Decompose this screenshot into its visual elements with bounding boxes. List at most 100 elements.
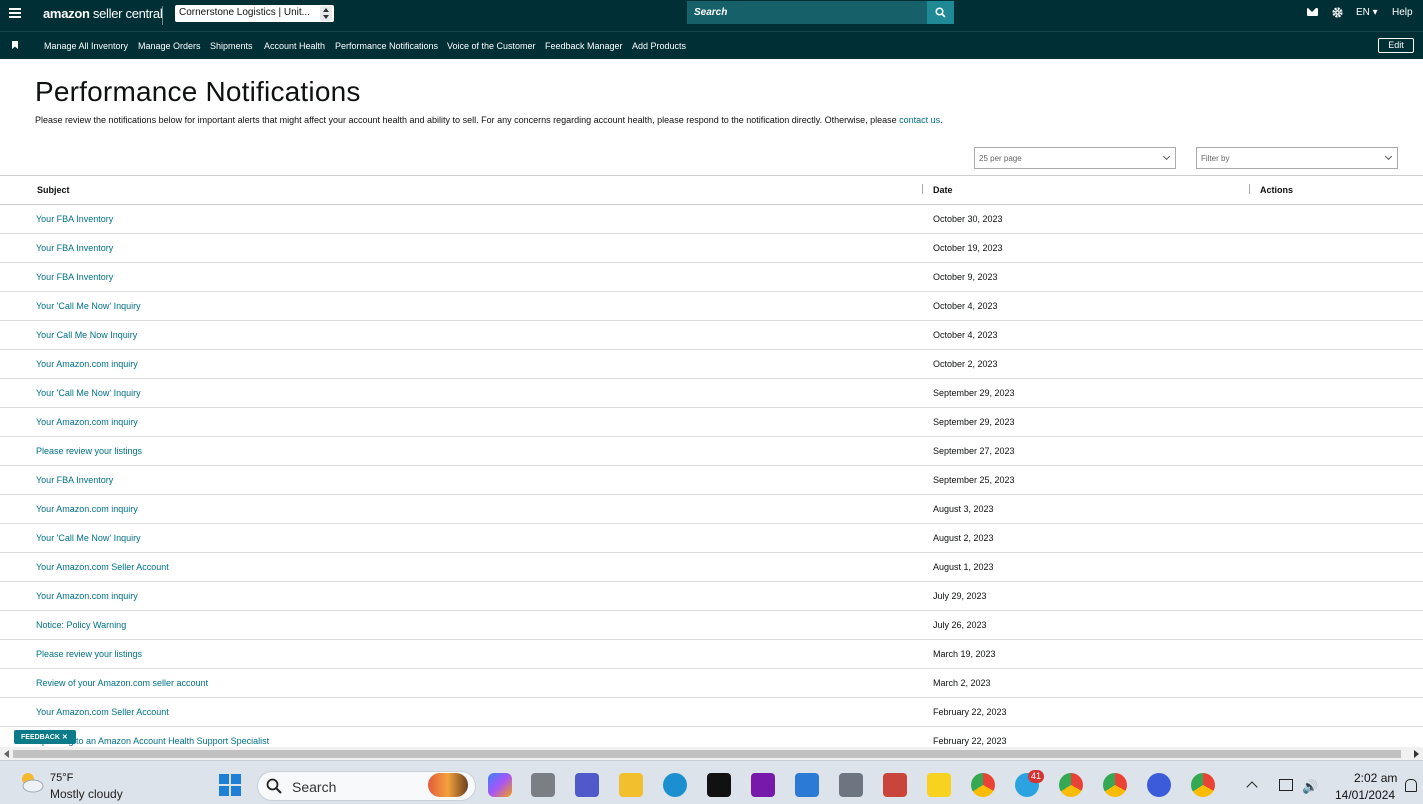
table-row: Your 'Call Me Now' Inquiry August 2, 2023 bbox=[0, 524, 1423, 553]
scrollbar-thumb[interactable] bbox=[13, 750, 1401, 758]
filter-select[interactable]: Filter by bbox=[1196, 147, 1398, 169]
horizontal-scrollbar[interactable] bbox=[0, 747, 1423, 760]
chrome-profile-icon[interactable] bbox=[1059, 773, 1083, 797]
clock-date[interactable]: 14/01/2024 bbox=[1335, 788, 1395, 802]
gear-icon[interactable] bbox=[1331, 6, 1344, 19]
account-selector-label: Cornerstone Logistics | Unit... bbox=[179, 7, 310, 18]
chevron-down-icon bbox=[1162, 152, 1171, 161]
mail-icon[interactable] bbox=[1307, 8, 1318, 16]
notification-subject-link[interactable]: Your FBA Inventory bbox=[36, 214, 113, 224]
search-input[interactable]: Search bbox=[687, 1, 928, 24]
nav-feedback-manager[interactable]: Feedback Manager bbox=[545, 41, 623, 51]
notification-date: August 1, 2023 bbox=[933, 562, 994, 572]
nav-voice-of-the-customer[interactable]: Voice of the Customer bbox=[447, 41, 536, 51]
notification-subject-link[interactable]: Your Amazon.com inquiry bbox=[36, 359, 138, 369]
windows-start-icon[interactable] bbox=[219, 774, 241, 796]
notification-subject-link[interactable]: Your Amazon.com Seller Account bbox=[36, 707, 169, 717]
table-row: Your Amazon.com inquiry August 3, 2023 bbox=[0, 495, 1423, 524]
notification-subject-link[interactable]: Your 'Call Me Now' Inquiry bbox=[36, 388, 141, 398]
notification-date: October 2, 2023 bbox=[933, 359, 998, 369]
notification-subject-link[interactable]: Notice: Policy Warning bbox=[36, 620, 126, 630]
bookmark-icon[interactable] bbox=[12, 41, 18, 49]
file-explorer-icon[interactable] bbox=[619, 773, 643, 797]
notification-subject-link[interactable]: Your FBA Inventory bbox=[36, 475, 113, 485]
calculator-icon[interactable] bbox=[839, 773, 863, 797]
table-row: Speaking to an Amazon Account Health Sup… bbox=[0, 727, 1423, 747]
column-separator[interactable] bbox=[922, 184, 923, 194]
chrome-profile-icon[interactable] bbox=[1191, 773, 1215, 797]
updown-arrows-icon bbox=[320, 6, 332, 21]
nav-manage-orders[interactable]: Manage Orders bbox=[138, 41, 201, 51]
scroll-right-icon[interactable] bbox=[1414, 750, 1419, 758]
notification-subject-link[interactable]: Please review your listings bbox=[36, 446, 142, 456]
actions-column-header: Actions bbox=[1260, 185, 1294, 195]
signal-icon[interactable] bbox=[1147, 773, 1171, 797]
nav-account-health[interactable]: Account Health bbox=[264, 41, 325, 51]
sticky-notes-icon[interactable] bbox=[927, 773, 951, 797]
clock-time[interactable]: 2:02 am bbox=[1354, 771, 1397, 785]
hamburger-menu-icon[interactable] bbox=[9, 8, 21, 18]
edge-icon[interactable] bbox=[663, 773, 687, 797]
network-icon[interactable] bbox=[1279, 779, 1293, 791]
chrome-profile-icon[interactable] bbox=[1103, 773, 1127, 797]
nav-manage-all-inventory[interactable]: Manage All Inventory bbox=[44, 41, 128, 51]
table-row: Your 'Call Me Now' Inquiry October 4, 202… bbox=[0, 292, 1423, 321]
show-hidden-icons-icon[interactable] bbox=[1246, 781, 1258, 793]
nav-performance-notifications[interactable]: Performance Notifications bbox=[335, 41, 438, 51]
weather-condition[interactable]: Mostly cloudy bbox=[50, 787, 123, 801]
snipping-tool-icon[interactable] bbox=[883, 773, 907, 797]
copilot-preview-icon[interactable] bbox=[488, 773, 512, 797]
per-page-select[interactable]: 25 per page bbox=[974, 147, 1176, 169]
date-column-header[interactable]: Date bbox=[933, 185, 953, 195]
weather-temperature[interactable]: 75°F bbox=[50, 772, 73, 784]
feedback-tab[interactable]: FEEDBACK ✕ bbox=[14, 730, 76, 744]
windows-taskbar: 75°F Mostly cloudy Search 41 🔊 2:02 am 1… bbox=[0, 760, 1423, 804]
search-button[interactable] bbox=[927, 1, 954, 24]
intro-text: Please review the notifications below fo… bbox=[35, 115, 943, 125]
notification-subject-link[interactable]: Your 'Call Me Now' Inquiry bbox=[36, 533, 141, 543]
language-selector[interactable]: EN ▾ bbox=[1356, 7, 1378, 18]
notification-subject-link[interactable]: Your Amazon.com inquiry bbox=[36, 504, 138, 514]
notification-date: July 26, 2023 bbox=[933, 620, 987, 630]
notepad-icon[interactable] bbox=[795, 773, 819, 797]
search-icon bbox=[266, 778, 282, 794]
table-row: Your 'Call Me Now' Inquiry September 29, … bbox=[0, 379, 1423, 408]
notification-date: August 2, 2023 bbox=[933, 533, 994, 543]
notification-bell-icon[interactable] bbox=[1405, 779, 1417, 792]
search-highlight-icon[interactable] bbox=[428, 773, 468, 797]
nav-add-products[interactable]: Add Products bbox=[632, 41, 686, 51]
contact-us-link[interactable]: contact us bbox=[899, 115, 940, 125]
notification-subject-link[interactable]: Your Amazon.com inquiry bbox=[36, 417, 138, 427]
netflix-icon[interactable] bbox=[707, 773, 731, 797]
nav-shipments[interactable]: Shipments bbox=[210, 41, 253, 51]
navigation-bar: Manage All Inventory Manage Orders Shipm… bbox=[0, 31, 1423, 59]
top-bar: amazon seller central Cornerstone Logist… bbox=[0, 0, 1423, 31]
notification-subject-link[interactable]: Your FBA Inventory bbox=[36, 243, 113, 253]
table-row: Notice: Policy Warning July 26, 2023 bbox=[0, 611, 1423, 640]
notification-subject-link[interactable]: Your Call Me Now Inquiry bbox=[36, 330, 137, 340]
account-selector[interactable]: Cornerstone Logistics | Unit... bbox=[175, 5, 334, 22]
notification-subject-link[interactable]: Review of your Amazon.com seller account bbox=[36, 678, 208, 688]
subject-column-header[interactable]: Subject bbox=[37, 185, 70, 195]
task-view-icon[interactable] bbox=[531, 773, 555, 797]
column-separator[interactable] bbox=[1249, 184, 1250, 194]
notification-subject-link[interactable]: Your 'Call Me Now' Inquiry bbox=[36, 301, 141, 311]
notification-subject-link[interactable]: Your Amazon.com Seller Account bbox=[36, 562, 169, 572]
volume-icon[interactable]: 🔊 bbox=[1302, 779, 1318, 795]
help-link[interactable]: Help bbox=[1392, 7, 1413, 18]
notification-date: February 22, 2023 bbox=[933, 736, 1007, 746]
teams-icon[interactable] bbox=[575, 773, 599, 797]
scroll-left-icon[interactable] bbox=[4, 750, 9, 758]
edit-button[interactable]: Edit bbox=[1378, 38, 1414, 53]
chrome-icon[interactable] bbox=[971, 773, 995, 797]
notification-subject-link[interactable]: Please review your listings bbox=[36, 649, 142, 659]
notification-subject-link[interactable]: Your Amazon.com inquiry bbox=[36, 591, 138, 601]
onenote-icon[interactable] bbox=[751, 773, 775, 797]
partly-cloudy-icon[interactable] bbox=[18, 771, 44, 793]
table-row: Your FBA Inventory October 30, 2023 bbox=[0, 205, 1423, 234]
table-row: Your FBA Inventory October 9, 2023 bbox=[0, 263, 1423, 292]
taskbar-search-label: Search bbox=[292, 779, 337, 795]
notification-subject-link[interactable]: Your FBA Inventory bbox=[36, 272, 113, 282]
table-row: Your Amazon.com Seller Account February 2… bbox=[0, 698, 1423, 727]
seller-central-logo[interactable]: amazon seller central bbox=[43, 6, 163, 21]
